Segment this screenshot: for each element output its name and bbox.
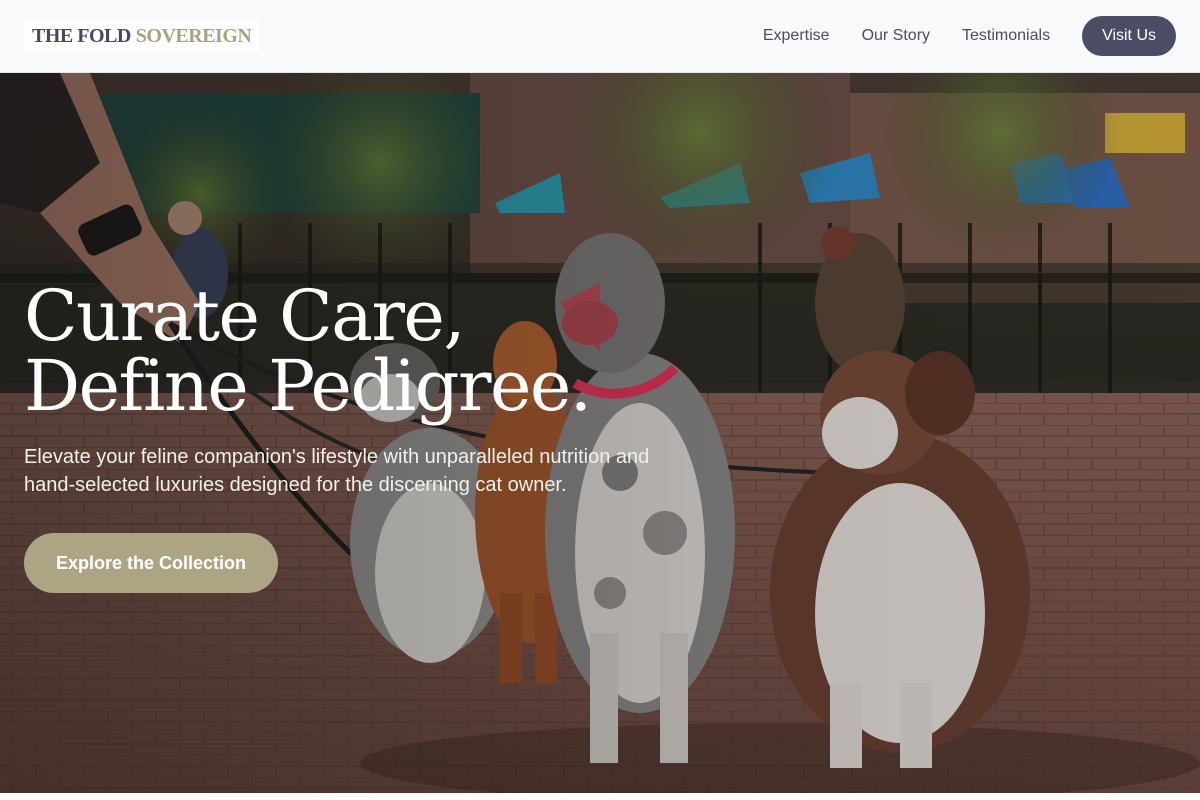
- hero-title-line-2: Define Pedigree.: [24, 345, 592, 427]
- site-header: THE FOLD SOVEREIGN Expertise Our Story T…: [0, 0, 1200, 73]
- logo-accent-text: SOVEREIGN: [135, 24, 252, 47]
- logo-primary-text: THE FOLD: [32, 24, 131, 47]
- nav-link-testimonials[interactable]: Testimonials: [962, 27, 1050, 45]
- hero-section: Curate Care, Define Pedigree. Elevate yo…: [0, 73, 1200, 793]
- nav-link-our-story[interactable]: Our Story: [862, 27, 930, 45]
- visit-us-button[interactable]: Visit Us: [1082, 16, 1176, 56]
- hero-subtitle: Elevate your feline companion's lifestyl…: [24, 446, 650, 496]
- nav-link-expertise[interactable]: Expertise: [763, 27, 830, 45]
- main-nav: Expertise Our Story Testimonials Visit U…: [763, 16, 1176, 56]
- hero-content: Curate Care, Define Pedigree. Elevate yo…: [24, 281, 704, 593]
- hero-title: Curate Care, Define Pedigree.: [24, 281, 704, 421]
- hero-title-line-1: Curate Care,: [24, 275, 466, 357]
- brand-logo[interactable]: THE FOLD SOVEREIGN: [24, 20, 260, 52]
- explore-collection-button[interactable]: Explore the Collection: [24, 533, 279, 593]
- page-bottom-strip: [0, 793, 1200, 800]
